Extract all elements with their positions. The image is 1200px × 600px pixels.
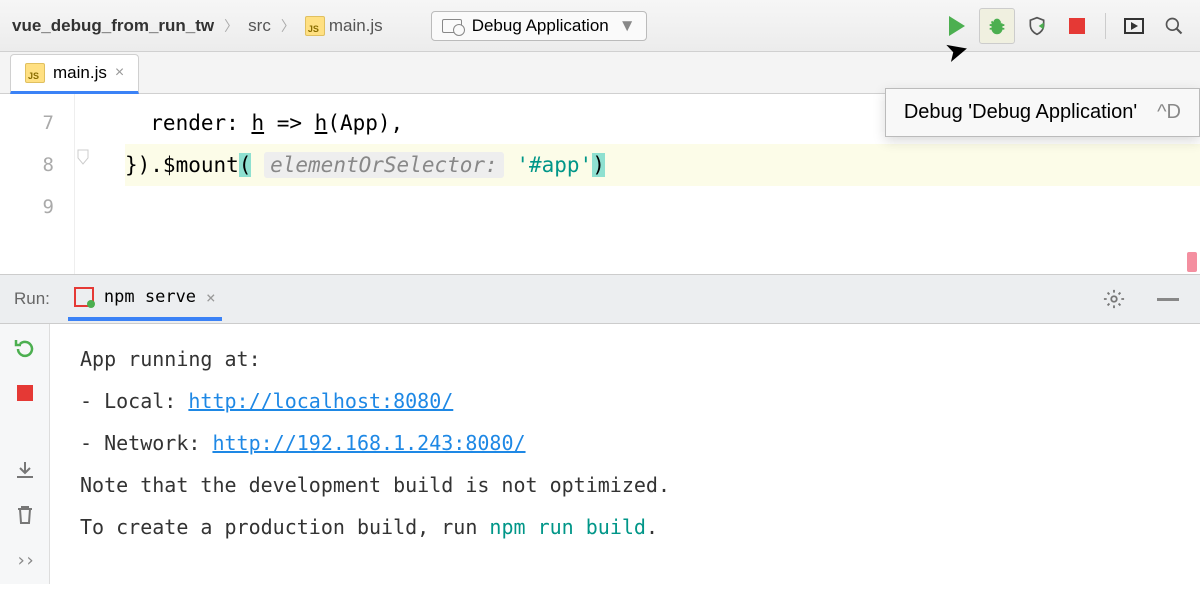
browser-icon [442, 19, 462, 33]
stop-button[interactable] [11, 379, 39, 406]
js-file-icon: JS [305, 16, 325, 36]
code-line-8: }).$mount( elementOrSelector: '#app') [125, 144, 1200, 186]
run-panel-header: Run: npm serve × [0, 274, 1200, 324]
tooltip-shortcut: ^D [1157, 101, 1181, 124]
search-icon [1164, 16, 1184, 36]
stop-icon [1069, 18, 1085, 34]
stop-icon [17, 385, 33, 401]
debug-tooltip: Debug 'Debug Application' ^D [885, 88, 1200, 137]
chevron-right-icon: 〉 [281, 16, 295, 36]
run-button[interactable] [939, 8, 975, 44]
breadcrumb-folder[interactable]: src [244, 14, 275, 38]
more-icon: ›› [16, 550, 34, 571]
play-icon [949, 16, 965, 36]
js-file-icon: JS [25, 63, 45, 83]
console-line: To create a production build, run npm ru… [80, 506, 1170, 548]
close-icon[interactable]: × [115, 64, 124, 82]
breadcrumb-file[interactable]: JS main.js [301, 14, 387, 38]
trash-icon [16, 504, 34, 526]
tooltip-text: Debug 'Debug Application' [904, 101, 1137, 124]
run-anything-icon [1124, 18, 1144, 34]
debug-button[interactable] [979, 8, 1015, 44]
line-number: 7 [0, 102, 54, 144]
search-button[interactable] [1156, 8, 1192, 44]
run-panel-body: ›› App running at: - Local: http://local… [0, 324, 1200, 584]
gear-icon [1103, 288, 1125, 310]
line-number: 8 [0, 144, 54, 186]
npm-icon [74, 287, 94, 307]
main-toolbar: vue_debug_from_run_tw 〉 src 〉 JS main.js… [0, 0, 1200, 52]
line-number: 9 [0, 186, 54, 228]
close-icon[interactable]: × [206, 288, 216, 307]
console-line: - Network: http://192.168.1.243:8080/ [80, 422, 1170, 464]
inline-hint: elementOrSelector: [264, 152, 504, 178]
scroll-to-end-button[interactable] [11, 456, 39, 483]
minimize-button[interactable] [1150, 281, 1186, 317]
console-line: - Local: http://localhost:8080/ [80, 380, 1170, 422]
minimize-icon [1157, 298, 1179, 301]
settings-button[interactable] [1096, 281, 1132, 317]
console-line: App running at: [80, 338, 1170, 380]
run-tab[interactable]: npm serve × [68, 277, 222, 321]
clear-button[interactable] [11, 501, 39, 528]
shield-play-icon [1027, 15, 1047, 37]
breadcrumb: vue_debug_from_run_tw 〉 src 〉 JS main.js [8, 14, 387, 38]
line-gutter: 7 8 9 [0, 94, 75, 274]
rerun-button[interactable] [11, 334, 39, 361]
chevron-right-icon: 〉 [224, 16, 238, 36]
breadcrumb-project[interactable]: vue_debug_from_run_tw [8, 14, 218, 38]
local-url-link[interactable]: http://localhost:8080/ [188, 389, 453, 413]
console-line: Note that the development build is not o… [80, 464, 1170, 506]
breadcrumb-file-label: main.js [329, 16, 383, 36]
tab-filename: main.js [53, 63, 107, 83]
run-anything-button[interactable] [1116, 8, 1152, 44]
rerun-icon [13, 336, 37, 360]
run-tab-label: npm serve [104, 287, 196, 307]
bug-icon [986, 15, 1008, 37]
coverage-button[interactable] [1019, 8, 1055, 44]
console-output[interactable]: App running at: - Local: http://localhos… [50, 324, 1200, 584]
stop-button[interactable] [1059, 8, 1095, 44]
error-stripe-icon[interactable] [1187, 252, 1197, 272]
run-panel-title: Run: [14, 289, 50, 309]
scroll-down-icon [14, 460, 36, 480]
run-panel-sidebar: ›› [0, 324, 50, 584]
more-button[interactable]: ›› [11, 547, 39, 574]
network-url-link[interactable]: http://192.168.1.243:8080/ [212, 431, 525, 455]
editor-tab[interactable]: JS main.js × [10, 54, 139, 94]
chevron-down-icon: ▼ [619, 16, 636, 36]
run-config-label: Debug Application [472, 16, 609, 36]
run-configuration-dropdown[interactable]: Debug Application ▼ [431, 11, 647, 41]
